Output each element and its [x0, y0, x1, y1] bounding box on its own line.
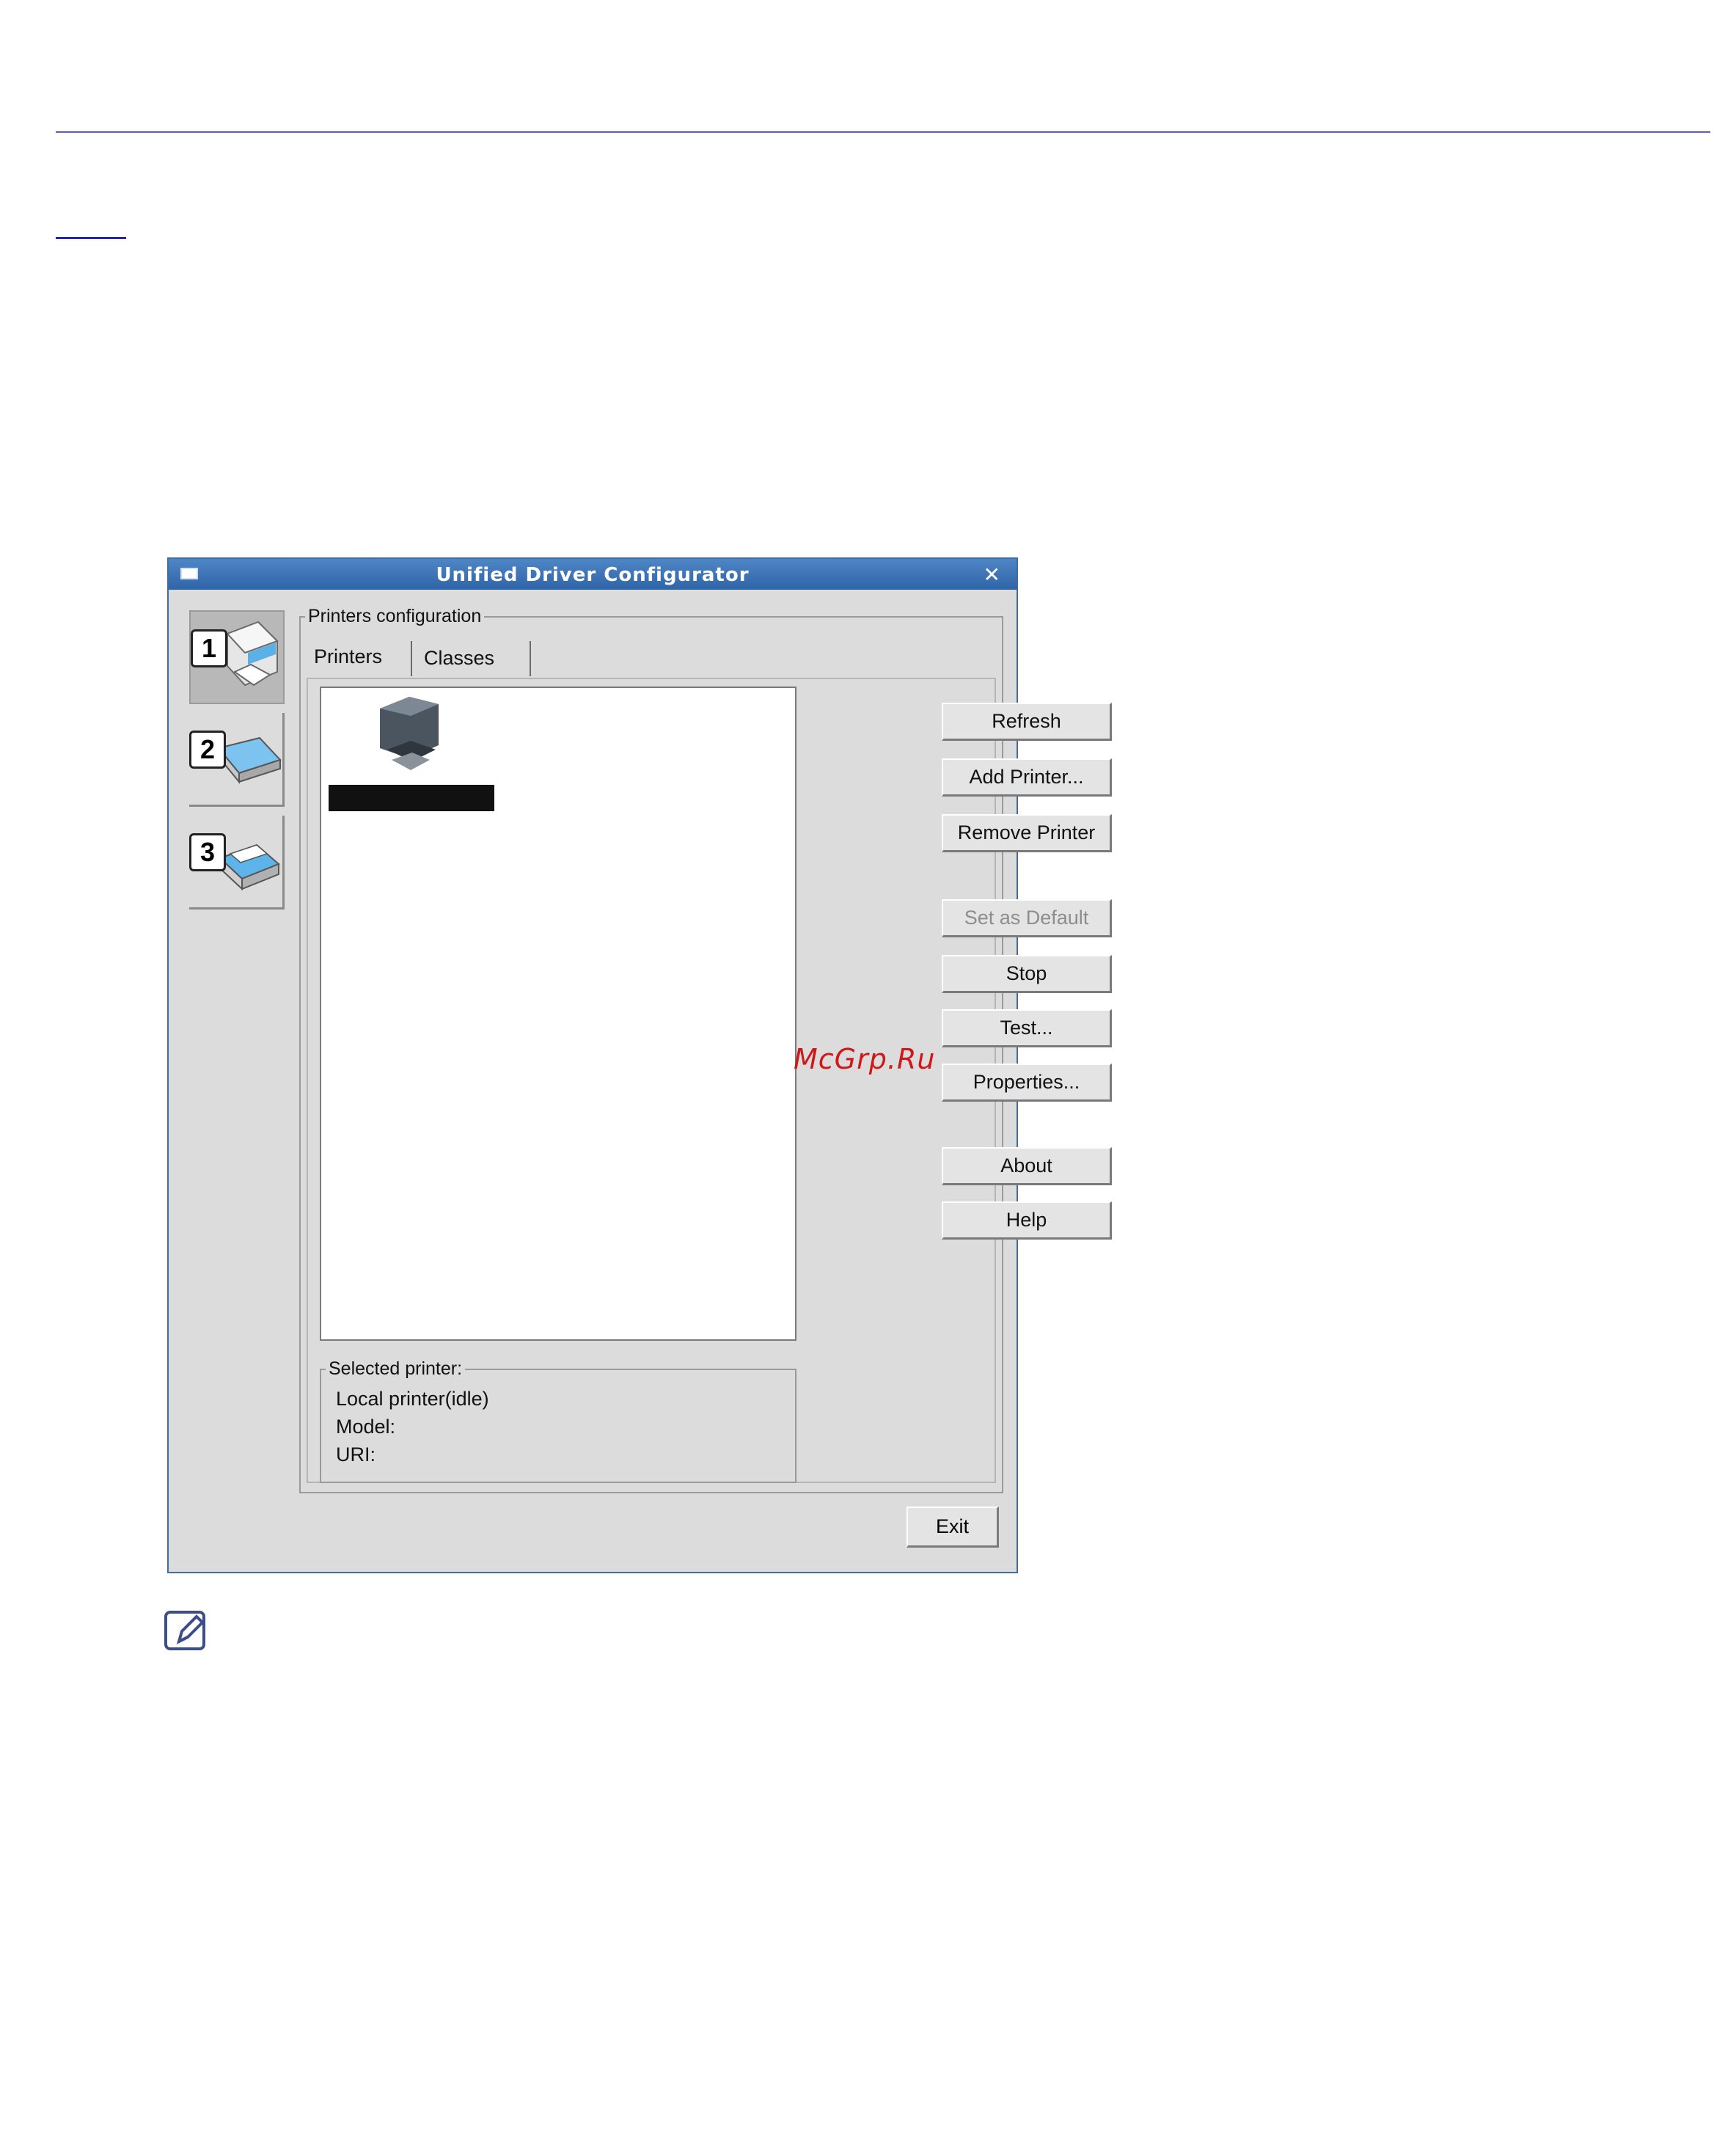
properties-button[interactable]: Properties... — [942, 1064, 1112, 1102]
remove-printer-button[interactable]: Remove Printer — [942, 814, 1112, 852]
note-icon — [164, 1611, 205, 1650]
printer-list[interactable] — [320, 687, 796, 1341]
selected-printer-label: Selected printer: — [326, 1358, 466, 1380]
tab-printers[interactable]: Printers — [314, 645, 382, 668]
printer-status: Local printer(idle) — [336, 1388, 489, 1410]
tab-separator — [411, 641, 412, 676]
printer-list-item[interactable] — [329, 694, 497, 811]
sidebar-ports-button[interactable]: 3 — [189, 816, 285, 910]
help-button[interactable]: Help — [942, 1201, 1112, 1240]
sidebar-printers-button[interactable]: 1 — [189, 610, 285, 704]
about-button[interactable]: About — [942, 1147, 1112, 1185]
sidebar-scanner-button[interactable]: 2 — [189, 713, 285, 807]
watermark: McGrp.Ru — [794, 1043, 936, 1075]
printer-uri: URI: — [336, 1443, 376, 1465]
close-icon[interactable]: ✕ — [984, 563, 1000, 587]
tab-classes[interactable]: Classes — [424, 647, 494, 670]
add-printer-button[interactable]: Add Printer... — [942, 758, 1112, 797]
sidebar-badge-2: 2 — [189, 731, 226, 769]
sidebar-badge-1: 1 — [191, 629, 227, 667]
test-button[interactable]: Test... — [942, 1009, 1112, 1047]
set-as-default-button[interactable]: Set as Default — [942, 899, 1112, 937]
selected-printer-group: Selected printer: Local printer(idle) Mo… — [320, 1358, 796, 1483]
printer-model: Model: — [336, 1416, 396, 1438]
horizontal-rule — [56, 131, 1710, 133]
sidebar-badge-3: 3 — [189, 833, 226, 871]
window-title: Unified Driver Configurator — [436, 564, 750, 586]
printer-name-redacted — [329, 785, 494, 811]
top-link-underline[interactable] — [56, 237, 126, 239]
refresh-button[interactable]: Refresh — [942, 703, 1112, 741]
printers-configuration-label: Printers configuration — [305, 606, 485, 627]
title-bar: Unified Driver Configurator ✕ — [169, 559, 1017, 590]
exit-button[interactable]: Exit — [907, 1507, 999, 1548]
stop-button[interactable]: Stop — [942, 955, 1112, 993]
printer-device-icon — [380, 697, 439, 770]
tab-separator — [530, 641, 531, 676]
